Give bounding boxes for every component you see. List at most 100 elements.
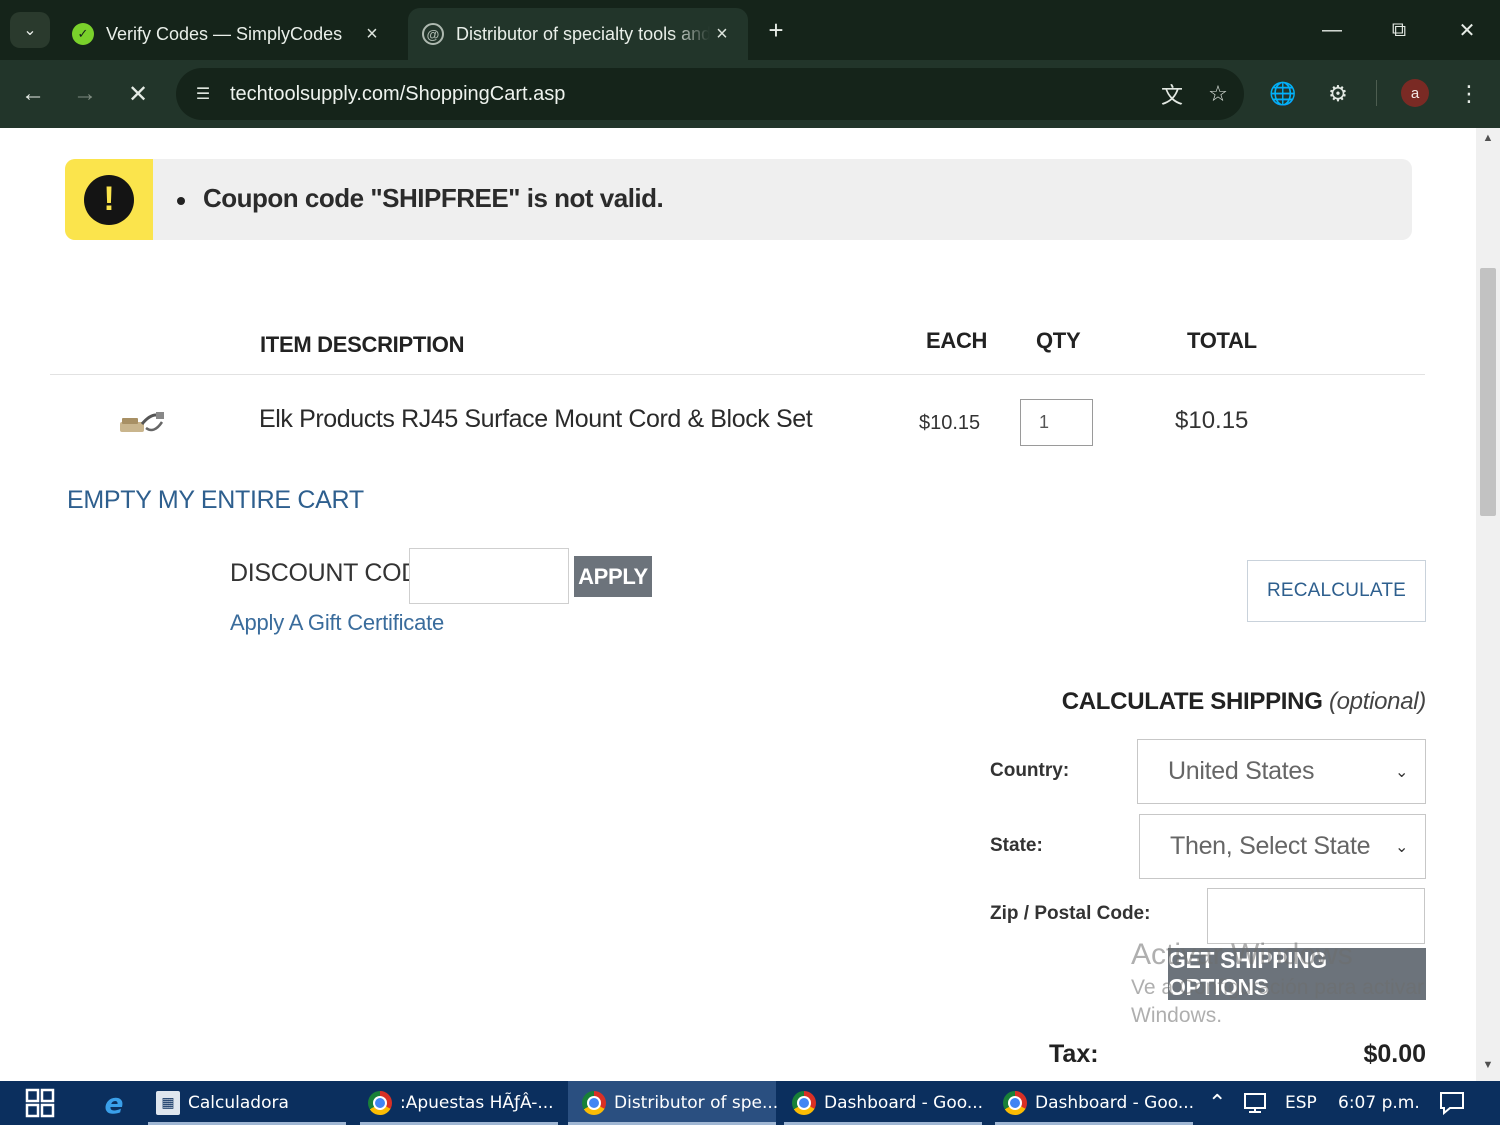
taskbar-item-dashboard-1[interactable]: Dashboard - Goo...	[784, 1081, 983, 1125]
scroll-up-arrow-icon[interactable]: ▲	[1476, 132, 1500, 152]
header-item-description: ITEM DESCRIPTION	[260, 332, 465, 357]
taskbar-item-apuestas[interactable]: :Apuestas HÃƒÂ-...	[360, 1081, 558, 1125]
chrome-icon	[792, 1091, 816, 1115]
table-divider	[50, 374, 1425, 375]
profile-avatar[interactable]: a	[1401, 79, 1429, 107]
site-settings-icon[interactable]: ☰	[190, 81, 216, 107]
forward-button[interactable]: →	[65, 74, 105, 114]
header-total: TOTAL	[1187, 328, 1257, 353]
chevron-down-icon: ⌄	[1395, 764, 1409, 781]
zip-label: Zip / Postal Code:	[990, 903, 1151, 924]
discount-code-input[interactable]	[409, 548, 569, 604]
minimize-window-button[interactable]: —	[1307, 10, 1357, 50]
taskbar-item-calculadora[interactable]: ▦ Calculadora	[148, 1081, 346, 1125]
alert-message: Coupon code "SHIPFREE" is not valid.	[203, 183, 664, 213]
toolbar-divider	[1376, 80, 1377, 106]
star-bookmark-icon[interactable]: ☆	[1198, 74, 1238, 114]
show-hidden-icons-chevron-up-icon[interactable]: ⌃	[1208, 1081, 1226, 1125]
state-label: State:	[990, 835, 1043, 856]
network-icon[interactable]	[1242, 1081, 1270, 1125]
loading-favicon-icon: @	[422, 23, 444, 45]
close-tab-icon[interactable]: ×	[360, 23, 384, 46]
internet-explorer-icon: e	[104, 1086, 124, 1120]
empty-cart-link[interactable]: EMPTY MY ENTIRE CART	[67, 486, 364, 515]
input-language[interactable]: ESP	[1285, 1081, 1317, 1125]
chrome-icon	[368, 1091, 392, 1115]
header-each: EACH	[926, 328, 988, 353]
exclamation-icon: !	[84, 174, 134, 225]
shipping-heading-note: (optional)	[1328, 688, 1426, 715]
recalculate-button[interactable]: RECALCULATE	[1247, 560, 1426, 622]
product-thumbnail-image[interactable]	[116, 406, 166, 440]
zip-code-input[interactable]	[1207, 888, 1425, 944]
url-text[interactable]: techtoolsupply.com/ShoppingCart.asp	[230, 83, 1152, 106]
taskbar-item-dashboard-2[interactable]: Dashboard - Goo...	[995, 1081, 1194, 1125]
taskbar-item-distributor[interactable]: Distributor of spe...	[568, 1081, 778, 1125]
close-window-button[interactable]: ✕	[1442, 10, 1492, 50]
country-select[interactable]: United States ⌄	[1137, 739, 1426, 804]
globe-extension-icon[interactable]: 🌐	[1263, 74, 1303, 114]
tab-search-button[interactable]: ⌄	[10, 12, 50, 48]
notification-icon	[1440, 1092, 1464, 1116]
close-icon: ✕	[1458, 19, 1476, 42]
page-viewport: ! Coupon code "SHIPFREE" is not valid. I…	[0, 128, 1476, 1081]
state-select[interactable]: Then, Select State ⌄	[1139, 814, 1426, 879]
tax-value: $0.00	[1363, 1040, 1426, 1068]
chevron-down-icon: ⌄	[23, 22, 37, 39]
scroll-down-arrow-icon[interactable]: ▼	[1476, 1059, 1500, 1079]
get-shipping-options-button[interactable]: GET SHIPPING OPTIONS	[1168, 947, 1426, 1000]
minimize-icon: —	[1322, 18, 1342, 41]
page-scrollbar[interactable]: ▲ ▼	[1476, 128, 1500, 1081]
tax-label: Tax:	[1049, 1040, 1099, 1068]
screen: ⌄ ✓ Verify Codes — SimplyCodes × @ Distr…	[0, 0, 1500, 1125]
gift-certificate-link[interactable]: Apply A Gift Certificate	[230, 610, 444, 636]
tab-title: Verify Codes — SimplyCodes	[106, 23, 343, 44]
plus-icon: +	[768, 14, 784, 45]
tab-techtoolsupply[interactable]: @ Distributor of specialty tools and ×	[408, 8, 748, 60]
arrow-right-icon: →	[73, 80, 97, 107]
windows-taskbar: e ▦ Calculadora :Apuestas HÃƒÂ-... Distr…	[0, 1081, 1500, 1125]
back-button[interactable]: ←	[13, 74, 53, 114]
browser-toolbar: ← → ✕ ☰ techtoolsupply.com/ShoppingCart.…	[0, 60, 1500, 128]
restore-window-button[interactable]: ⧉	[1374, 10, 1424, 50]
notifications-button[interactable]	[1438, 1081, 1466, 1125]
simplycodes-favicon-icon: ✓	[72, 23, 94, 45]
translate-icon[interactable]: 文	[1152, 74, 1192, 114]
country-label: Country:	[990, 760, 1070, 781]
coupon-error-alert: ! Coupon code "SHIPFREE" is not valid.	[65, 159, 1412, 240]
header-qty: QTY	[1036, 328, 1081, 353]
stop-loading-button[interactable]: ✕	[118, 74, 158, 114]
extensions-puzzle-icon[interactable]: ⚙	[1318, 74, 1358, 114]
tab-simplycodes[interactable]: ✓ Verify Codes — SimplyCodes ×	[58, 8, 398, 60]
item-total-price: $10.15	[1175, 407, 1249, 434]
close-icon: ✕	[127, 80, 149, 108]
network-monitor-icon	[1244, 1093, 1266, 1113]
close-tab-icon[interactable]: ×	[710, 23, 734, 46]
item-description-link[interactable]: Elk Products RJ45 Surface Mount Cord & B…	[259, 405, 813, 434]
apply-discount-button[interactable]: APPLY	[574, 556, 652, 597]
browser-tab-strip: ⌄ ✓ Verify Codes — SimplyCodes × @ Distr…	[0, 0, 1500, 60]
alert-icon-box: !	[65, 159, 153, 240]
address-bar[interactable]: ☰ techtoolsupply.com/ShoppingCart.asp 文 …	[176, 68, 1244, 120]
task-view-button[interactable]	[20, 1081, 60, 1125]
scroll-thumb[interactable]	[1480, 268, 1496, 516]
chevron-down-icon: ⌄	[1395, 839, 1409, 856]
chrome-icon	[582, 1091, 606, 1115]
new-tab-button[interactable]: +	[760, 14, 792, 46]
shipping-heading-text: CALCULATE SHIPPING	[1061, 688, 1323, 715]
calculator-icon: ▦	[156, 1091, 180, 1115]
more-menu-icon[interactable]: ⋮	[1449, 74, 1489, 114]
state-selected-value: Then, Select State	[1170, 832, 1371, 860]
clock-time[interactable]: 6:07 p.m.	[1338, 1081, 1420, 1125]
tab-title: Distributor of specialty tools and	[456, 23, 710, 44]
item-each-price: $10.15	[919, 412, 981, 434]
calculate-shipping-heading: CALCULATE SHIPPING (optional)	[1061, 688, 1427, 716]
restore-icon: ⧉	[1391, 18, 1407, 41]
quantity-input[interactable]	[1020, 399, 1093, 446]
discount-code-label: DISCOUNT CODE	[230, 559, 436, 587]
arrow-left-icon: ←	[21, 80, 45, 107]
country-selected-value: United States	[1168, 757, 1315, 785]
watermark-line3: Windows.	[1131, 1004, 1223, 1027]
internet-explorer-button[interactable]: e	[94, 1081, 134, 1125]
chrome-icon	[1003, 1091, 1027, 1115]
